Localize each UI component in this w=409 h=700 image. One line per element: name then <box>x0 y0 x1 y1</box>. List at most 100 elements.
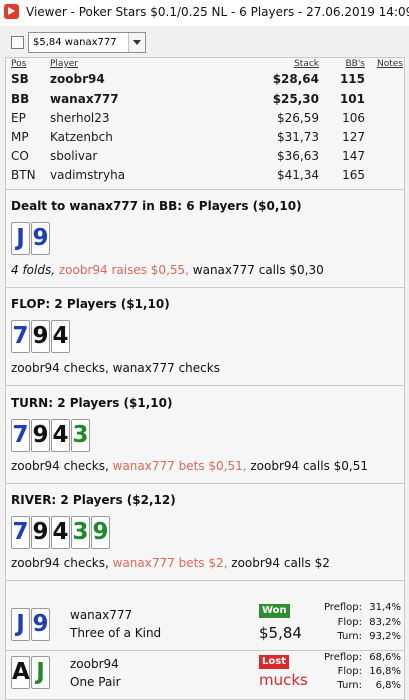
lost-amount: mucks <box>259 671 308 689</box>
player-row[interactable]: BTN vadimstryha $41,34 165 <box>6 168 404 186</box>
player-bbs: 106 <box>342 111 365 125</box>
player-row[interactable]: CO sbolivar $36,63 147 <box>6 149 404 167</box>
divider <box>6 650 404 651</box>
player-name: zoobr94 <box>50 72 105 86</box>
chevron-down-icon[interactable] <box>128 33 145 52</box>
playing-card: J <box>11 222 30 255</box>
river-header: RIVER: 2 Players ($2,12) <box>11 493 176 507</box>
river-action-bet: wanax777 bets $2, <box>108 556 228 570</box>
title-bar: Viewer - Poker Stars $0.1/0.25 NL - 6 Pl… <box>0 0 409 27</box>
hand-checkbox[interactable] <box>11 36 24 49</box>
divider <box>6 287 404 288</box>
playing-card: 9 <box>31 608 50 641</box>
equity-value: 31,4% <box>369 602 401 613</box>
playing-card: 4 <box>51 320 70 353</box>
river-action-check: zoobr94 checks, <box>11 556 109 570</box>
player-name: Katzenbch <box>50 130 113 144</box>
winner-hand: Three of a Kind <box>70 626 162 640</box>
playing-card: 9 <box>31 419 50 452</box>
playing-card: 4 <box>51 419 70 452</box>
player-bbs: 115 <box>339 72 365 86</box>
player-name: vadimstryha <box>50 168 126 182</box>
preflop-raise: zoobr94 raises $0,55, <box>55 263 189 277</box>
player-stack: $25,30 <box>272 92 319 106</box>
won-amount: $5,84 <box>259 624 302 642</box>
playing-card: 9 <box>31 222 50 255</box>
equity-value: 16,8% <box>369 666 401 677</box>
divider <box>6 580 404 581</box>
player-pos: EP <box>11 111 26 125</box>
equity-value: 6,8% <box>375 680 401 691</box>
window-title: Viewer - Poker Stars $0.1/0.25 NL - 6 Pl… <box>26 5 409 19</box>
divider <box>6 189 404 190</box>
app-logo-icon <box>4 4 19 19</box>
player-row[interactable]: SB zoobr94 $28,64 115 <box>6 72 404 90</box>
player-pos: SB <box>11 72 29 86</box>
playing-card: 3 <box>71 419 90 452</box>
equity-value: 68,6% <box>369 652 401 663</box>
player-row[interactable]: EP sherhol23 $26,59 106 <box>6 111 404 129</box>
playing-card: A <box>11 656 30 689</box>
preflop-header: Dealt to wanax777 in BB: 6 Players ($0,1… <box>11 199 302 213</box>
equity-label: Preflop: <box>323 602 362 613</box>
col-header-notes[interactable]: Notes <box>377 59 403 69</box>
playing-card: 7 <box>11 320 30 353</box>
viewer-window: Viewer - Poker Stars $0.1/0.25 NL - 6 Pl… <box>0 0 409 700</box>
player-stack: $26,59 <box>277 111 319 125</box>
playing-card: 9 <box>31 320 50 353</box>
player-bbs: 147 <box>342 149 365 163</box>
player-bbs: 127 <box>342 130 365 144</box>
player-bbs: 165 <box>342 168 365 182</box>
player-stack: $41,34 <box>277 168 319 182</box>
playing-card: 7 <box>11 516 30 549</box>
turn-header: TURN: 2 Players ($1,10) <box>11 396 173 410</box>
playing-card: 4 <box>51 516 70 549</box>
turn-cards: 7943 <box>11 419 121 455</box>
divider <box>6 385 404 386</box>
flop-header: FLOP: 2 Players ($1,10) <box>11 297 170 311</box>
hole-cards: J9 <box>11 222 71 258</box>
won-badge: Won <box>259 604 290 618</box>
loser-cards: AJ <box>11 656 71 692</box>
playing-card: 3 <box>71 516 90 549</box>
col-header-player[interactable]: Player <box>50 59 78 69</box>
equity-label: Turn: <box>337 631 362 642</box>
flop-actions: zoobr94 checks, wanax777 checks <box>11 361 220 375</box>
player-name: wanax777 <box>50 92 119 106</box>
player-name: sbolivar <box>50 149 98 163</box>
winner-name: wanax777 <box>70 608 133 622</box>
col-header-bbs[interactable]: BB's <box>345 59 365 69</box>
turn-action-check: zoobr94 checks, <box>11 459 109 473</box>
player-row[interactable]: BB wanax777 $25,30 101 <box>6 92 404 110</box>
turn-action-call: zoobr94 calls $0,51 <box>246 459 369 473</box>
preflop-folds: 4 folds, <box>11 263 56 277</box>
river-cards: 79439 <box>11 516 151 552</box>
hand-select-value: $5,84 wanax777 <box>33 37 117 48</box>
preflop-actions: 4 folds, zoobr94 raises $0,55, wanax777 … <box>11 263 324 277</box>
equity-label: Preflop: <box>323 652 362 663</box>
equity-label: Turn: <box>337 680 362 691</box>
playing-card: J <box>31 656 50 689</box>
turn-actions: zoobr94 checks, wanax777 bets $0,51, zoo… <box>11 459 368 473</box>
river-action-call: zoobr94 calls $2 <box>227 556 330 570</box>
divider <box>6 483 404 484</box>
col-header-pos[interactable]: Pos <box>11 59 26 69</box>
flop-cards: 794 <box>11 320 101 356</box>
playing-card: J <box>11 608 30 641</box>
winner-cards: J9 <box>11 608 71 644</box>
hand-history-panel: Pos Player Stack BB's Notes SB zoobr94 $… <box>5 57 405 700</box>
turn-action-bet: wanax777 bets $0,51, <box>108 459 247 473</box>
equity-value: 83,2% <box>369 617 401 628</box>
preflop-call: wanax777 calls $0,30 <box>188 263 324 277</box>
player-name: sherhol23 <box>50 111 110 125</box>
hand-select[interactable]: $5,84 wanax777 <box>28 32 146 53</box>
player-row[interactable]: MP Katzenbch $31,73 127 <box>6 130 404 148</box>
player-stack: $31,73 <box>277 130 319 144</box>
player-bbs: 101 <box>339 92 365 106</box>
player-pos: MP <box>11 130 29 144</box>
river-actions: zoobr94 checks, wanax777 bets $2, zoobr9… <box>11 556 330 570</box>
loser-name: zoobr94 <box>70 657 119 671</box>
playing-card: 9 <box>91 516 110 549</box>
player-stack: $36,63 <box>277 149 319 163</box>
col-header-stack[interactable]: Stack <box>294 59 319 69</box>
